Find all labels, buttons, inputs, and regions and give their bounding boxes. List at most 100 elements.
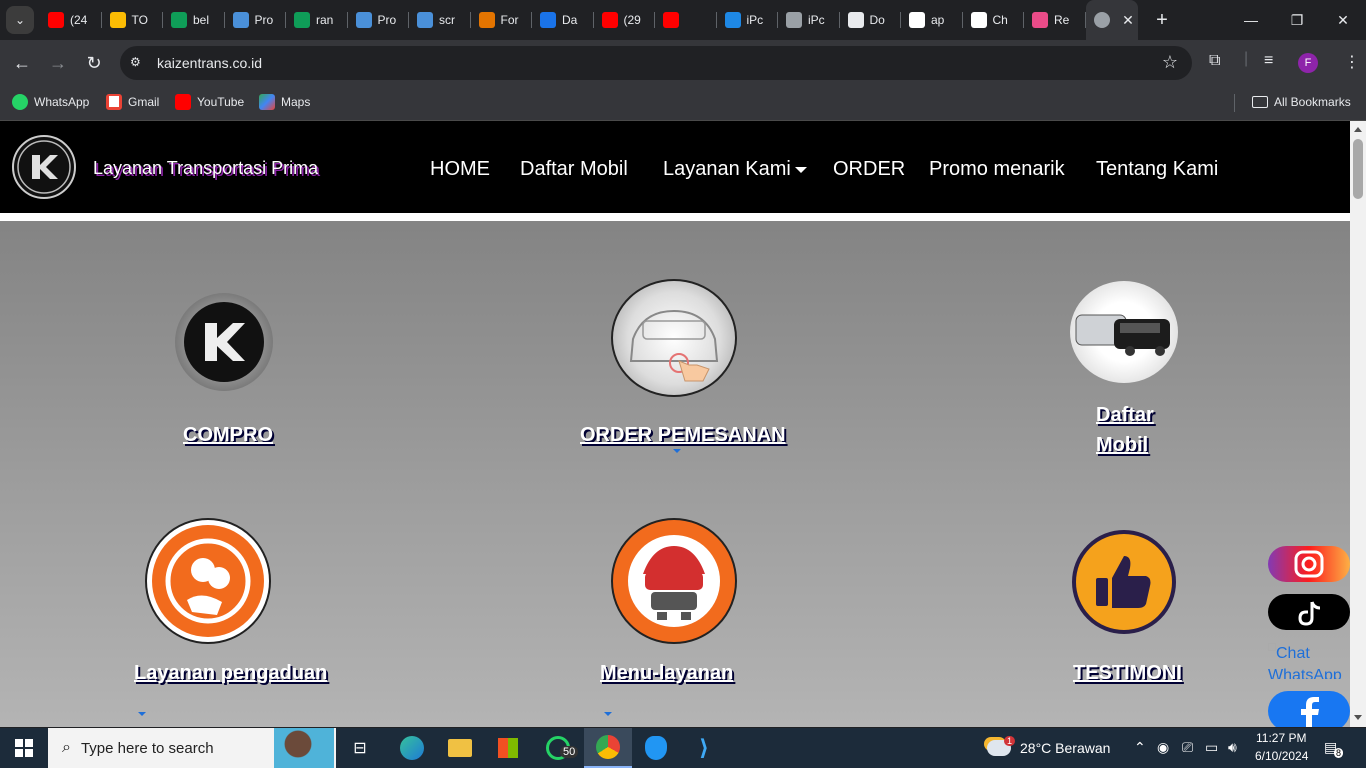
minimize-icon[interactable]: — (1228, 0, 1274, 40)
compro-image[interactable] (175, 293, 273, 391)
bookmark-youtube[interactable]: YouTube (175, 92, 244, 112)
chat-whatsapp-broken-image[interactable]: Chat WhatsApp (1268, 643, 1350, 679)
bookmark-maps[interactable]: Maps (259, 92, 310, 112)
browser-tab[interactable]: Do (840, 0, 902, 40)
browser-tab[interactable] (655, 0, 717, 40)
tab-search-chevron-icon[interactable]: ⌄ (6, 6, 34, 34)
order-pemesanan-link[interactable]: ORDER PEMESANAN (580, 424, 786, 447)
browser-tab[interactable]: Re (1024, 0, 1086, 40)
scroll-down-arrow-icon[interactable] (1354, 715, 1362, 720)
windows-taskbar: ⌕ Type here to search ⊟ 50 ⟩ 1 28°C Bera… (0, 728, 1366, 768)
reload-icon[interactable]: ↻ (80, 49, 108, 77)
layanan-pengaduan-link[interactable]: Layanan pengaduan (134, 662, 327, 685)
show-hidden-icons-icon[interactable]: ⌃ (1134, 739, 1146, 756)
maps-icon (259, 94, 275, 110)
browser-tab[interactable]: scr (409, 0, 471, 40)
scrollbar-thumb[interactable] (1353, 139, 1363, 199)
tiktok-button[interactable] (1268, 594, 1350, 630)
back-icon[interactable]: ← (8, 49, 36, 77)
start-button[interactable] (0, 728, 48, 768)
layanan-pengaduan-image[interactable] (145, 518, 271, 644)
weather-icon[interactable]: 1 (984, 728, 1016, 768)
browser-tab[interactable]: bel (163, 0, 225, 40)
forward-icon[interactable]: → (44, 49, 72, 77)
order-dropdown-caret-icon[interactable] (673, 449, 681, 453)
bookmark-whatsapp[interactable]: WhatsApp (12, 92, 89, 112)
record-icon[interactable]: ◉ (1157, 739, 1169, 756)
testimoni-image[interactable] (1072, 530, 1176, 634)
edge-icon[interactable] (390, 728, 434, 768)
kaizen-logo[interactable] (12, 135, 76, 199)
close-tab-icon[interactable]: ✕ (1118, 10, 1138, 30)
browser-tab[interactable]: (29 (594, 0, 656, 40)
window-close-icon[interactable]: ✕ (1320, 0, 1366, 40)
whatsapp-taskbar-icon[interactable]: 50 (536, 728, 580, 768)
thumbs-up-icon (1096, 556, 1151, 608)
browser-tab[interactable]: Pro (348, 0, 410, 40)
compro-link[interactable]: COMPRO (183, 424, 273, 447)
app-taskbar-icon[interactable] (634, 728, 678, 768)
browser-tab[interactable]: iPc (778, 0, 840, 40)
media-controls-icon[interactable]: ≡ (1264, 52, 1273, 70)
new-tab-button[interactable]: + (1150, 8, 1174, 32)
pengaduan-dropdown-caret-icon[interactable] (138, 712, 146, 716)
browser-tab[interactable]: ran (286, 0, 348, 40)
restore-icon[interactable]: ❐ (1274, 0, 1320, 40)
volume-icon[interactable]: 🔊︎ (1228, 739, 1237, 756)
clock-date[interactable]: 6/10/2024 (1255, 749, 1308, 763)
all-bookmarks-button[interactable]: All Bookmarks (1252, 92, 1351, 112)
facebook-button[interactable] (1268, 691, 1350, 727)
edge-logo (400, 736, 424, 760)
file-explorer-icon[interactable] (438, 728, 482, 768)
vscode-icon[interactable]: ⟩ (682, 728, 726, 768)
site-brand[interactable]: Layanan Transportasi Prima (93, 158, 318, 179)
scroll-up-arrow-icon[interactable] (1354, 127, 1362, 132)
url-text[interactable]: kaizentrans.co.id (157, 55, 262, 71)
browser-tab[interactable]: Da (532, 0, 594, 40)
weather-text[interactable]: 28°C Berawan (1020, 740, 1110, 756)
instagram-button[interactable] (1268, 546, 1350, 582)
page-scrollbar[interactable] (1350, 121, 1366, 727)
site-navbar: Layanan Transportasi Prima HOME Daftar M… (0, 121, 1350, 213)
chrome-menu-icon[interactable]: ⋮ (1344, 52, 1360, 72)
chrome-taskbar-icon[interactable] (584, 728, 632, 768)
address-bar[interactable]: ⚙ kaizentrans.co.id ☆ (120, 46, 1192, 80)
menu-layanan-dropdown-caret-icon[interactable] (604, 712, 612, 716)
nav-layanan-kami[interactable]: Layanan Kami (663, 158, 807, 181)
browser-tab[interactable]: ap (901, 0, 963, 40)
task-view-icon[interactable]: ⊟ (340, 728, 380, 768)
daftar-mobil-image[interactable] (1070, 281, 1178, 383)
testimoni-link[interactable]: TESTIMONI (1073, 662, 1182, 685)
meet-icon[interactable]: ⎚ (1182, 739, 1193, 756)
bookmark-gmail[interactable]: Gmail (106, 92, 159, 112)
menu-layanan-image[interactable] (611, 518, 737, 644)
browser-tab[interactable]: (24 (40, 0, 102, 40)
browser-tab[interactable]: For (471, 0, 533, 40)
browser-tab[interactable]: iPc (717, 0, 779, 40)
menu-layanan-link[interactable]: Menu-layanan (600, 662, 733, 685)
order-image[interactable] (611, 279, 737, 397)
clock-time[interactable]: 11:27 PM (1256, 731, 1306, 745)
nav-daftar-mobil[interactable]: Daftar Mobil (520, 158, 628, 181)
chatgpt-icon (970, 12, 987, 28)
extensions-icon[interactable]: ⧉ (1209, 52, 1220, 70)
nav-home[interactable]: HOME (430, 158, 490, 181)
browser-tab[interactable]: TO (102, 0, 164, 40)
battery-icon[interactable]: ▭ (1205, 739, 1218, 756)
browser-tab[interactable]: Ch (963, 0, 1025, 40)
globe-icon (1093, 12, 1110, 28)
tab-title: iPc (746, 13, 764, 27)
nav-tentang-kami[interactable]: Tentang Kami (1096, 158, 1218, 181)
browser-tab[interactable]: Pro (225, 0, 287, 40)
daftar-mobil-link[interactable]: Daftar (1096, 404, 1154, 427)
daftar-mobil-link-line2[interactable]: Mobil (1096, 434, 1148, 457)
taskbar-search[interactable]: ⌕ Type here to search (48, 728, 336, 768)
store-icon[interactable] (486, 728, 530, 768)
nav-promo[interactable]: Promo menarik (929, 158, 1065, 181)
search-placeholder: Type here to search (80, 739, 214, 757)
site-settings-icon[interactable]: ⚙ (130, 55, 146, 71)
bookmarks-bar: WhatsApp Gmail YouTube Maps All Bookmark… (0, 86, 1366, 121)
profile-avatar[interactable]: F (1298, 53, 1318, 73)
bookmark-star-icon[interactable]: ☆ (1162, 52, 1178, 73)
nav-order[interactable]: ORDER (833, 158, 905, 181)
